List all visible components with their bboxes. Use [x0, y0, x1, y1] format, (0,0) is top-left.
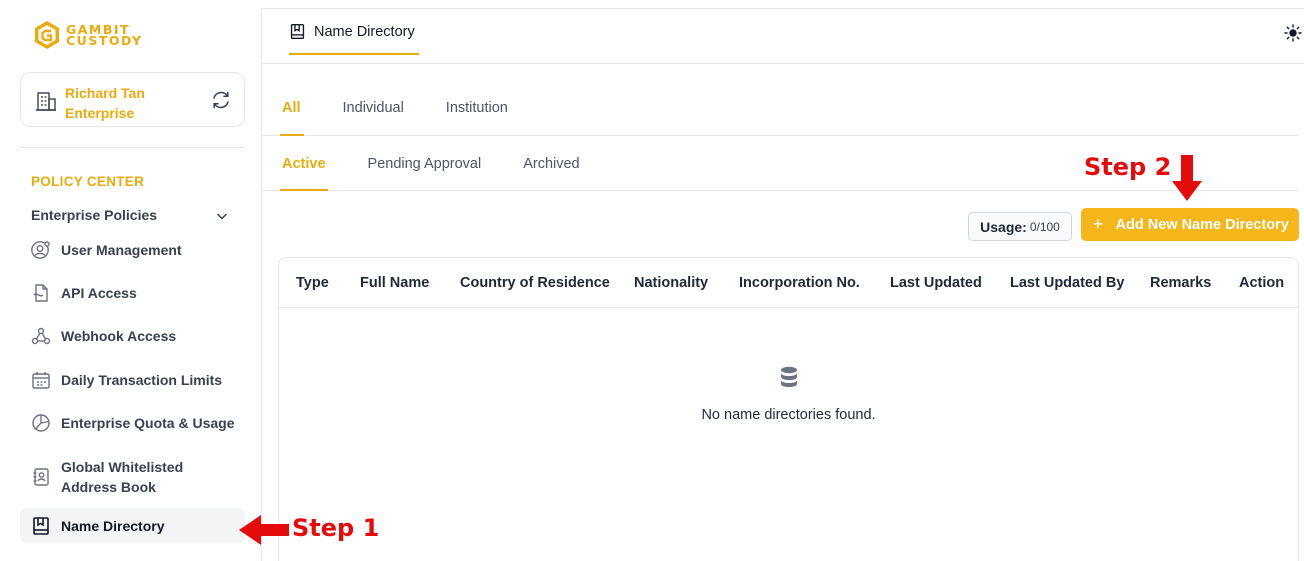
sidebar-item-global-whitelisted-address-book[interactable]: Global Whitelisted Address Book [20, 457, 245, 497]
sidebar-item-user-management[interactable]: User Management [20, 240, 245, 260]
gambit-logo-icon [35, 21, 59, 49]
active-tab-underline [280, 134, 304, 136]
add-button-label: Add New Name Directory [1115, 216, 1289, 233]
sidebar-item-api-access[interactable]: API Access [20, 283, 245, 303]
empty-message: No name directories found. [701, 407, 876, 423]
column-header-last-updated: Last Updated [890, 275, 982, 291]
user-gear-icon [31, 241, 50, 259]
api-file-icon [33, 284, 48, 302]
plus-icon: + [1093, 214, 1104, 234]
tab-active[interactable]: Active [282, 156, 326, 172]
usage-badge: Usage: 0/100 [968, 212, 1072, 241]
left-arrow-icon [239, 515, 289, 545]
add-name-directory-button[interactable]: + Add New Name Directory [1081, 208, 1299, 241]
sidebar-item-label: Daily Transaction Limits [61, 372, 223, 388]
column-header-nationality: Nationality [634, 275, 709, 291]
name-directory-table: Type Full Name Country of Residence Nati… [278, 257, 1299, 561]
book-icon [290, 24, 305, 39]
sidebar-item-name-directory[interactable]: Name Directory [20, 508, 245, 543]
usage-label: Usage: [980, 218, 1027, 235]
sidebar: GAMBIT CUSTODY Richard Tan Enterprise PO… [8, 8, 262, 561]
tab-label: Name Directory [314, 23, 415, 40]
building-icon [36, 92, 56, 111]
column-header-full-name: Full Name [360, 275, 430, 291]
pie-chart-icon [32, 414, 50, 432]
sidebar-item-label: Name Directory [61, 517, 165, 534]
column-header-action: Action [1239, 275, 1285, 291]
sidebar-item-enterprise-quota-usage[interactable]: Enterprise Quota & Usage [20, 413, 245, 433]
sidebar-item-daily-transaction-limits[interactable]: Daily Transaction Limits [20, 370, 245, 390]
step-1-annotation: Step 1 [292, 514, 380, 542]
usage-value: 0/100 [1029, 219, 1060, 234]
book-icon [33, 516, 49, 535]
tab-individual[interactable]: Individual [343, 100, 404, 116]
active-tab-underline [280, 189, 328, 191]
tab-institution[interactable]: Institution [446, 100, 508, 116]
calendar-icon [32, 372, 50, 389]
group-title-enterprise-policies[interactable]: Enterprise Policies [31, 207, 157, 223]
column-header-last-updated-by: Last Updated By [1010, 275, 1125, 291]
empty-state: No name directories found. [279, 366, 1298, 423]
brand-wordmark: GAMBIT CUSTODY [66, 23, 143, 48]
account-name: Richard Tan Enterprise [65, 85, 145, 121]
refresh-icon[interactable] [210, 89, 232, 111]
sidebar-item-label: API Access [61, 285, 137, 301]
sidebar-divider [20, 147, 245, 148]
tab-archived[interactable]: Archived [523, 156, 579, 172]
account-switcher[interactable]: Richard Tan Enterprise [20, 72, 245, 127]
active-tab-underline [289, 53, 419, 55]
table-header: Type Full Name Country of Residence Nati… [279, 258, 1298, 308]
tab-name-directory[interactable]: Name Directory [289, 23, 415, 40]
theme-toggle-sun-icon[interactable] [1284, 24, 1302, 42]
contacts-book-icon [33, 468, 49, 486]
sidebar-item-label: Webhook Access [61, 328, 177, 344]
sidebar-item-label: Enterprise Quota & Usage [61, 415, 235, 431]
section-title: POLICY CENTER [31, 174, 145, 189]
chevron-down-icon[interactable] [216, 211, 228, 221]
webhook-icon [31, 327, 51, 345]
top-bar: Name Directory [262, 8, 1304, 64]
tab-pending-approval[interactable]: Pending Approval [368, 156, 482, 172]
step-2-annotation: Step 2 [1084, 153, 1172, 181]
column-header-country-of-residence: Country of Residence [460, 275, 610, 291]
brand-line2: CUSTODY [66, 33, 143, 48]
down-arrow-icon [1172, 155, 1202, 201]
brand-logo[interactable]: GAMBIT CUSTODY [34, 20, 143, 50]
column-header-remarks: Remarks [1150, 275, 1212, 291]
tab-all[interactable]: All [282, 100, 301, 116]
sidebar-item-webhook-access[interactable]: Webhook Access [20, 326, 245, 346]
column-header-incorporation-no: Incorporation No. [739, 275, 860, 291]
sidebar-item-label: Global Whitelisted Address Book [61, 459, 184, 495]
sidebar-item-label: User Management [61, 242, 182, 258]
column-header-type: Type [296, 275, 329, 291]
database-icon [780, 366, 797, 387]
type-tabs: All Individual Institution [262, 93, 1298, 136]
